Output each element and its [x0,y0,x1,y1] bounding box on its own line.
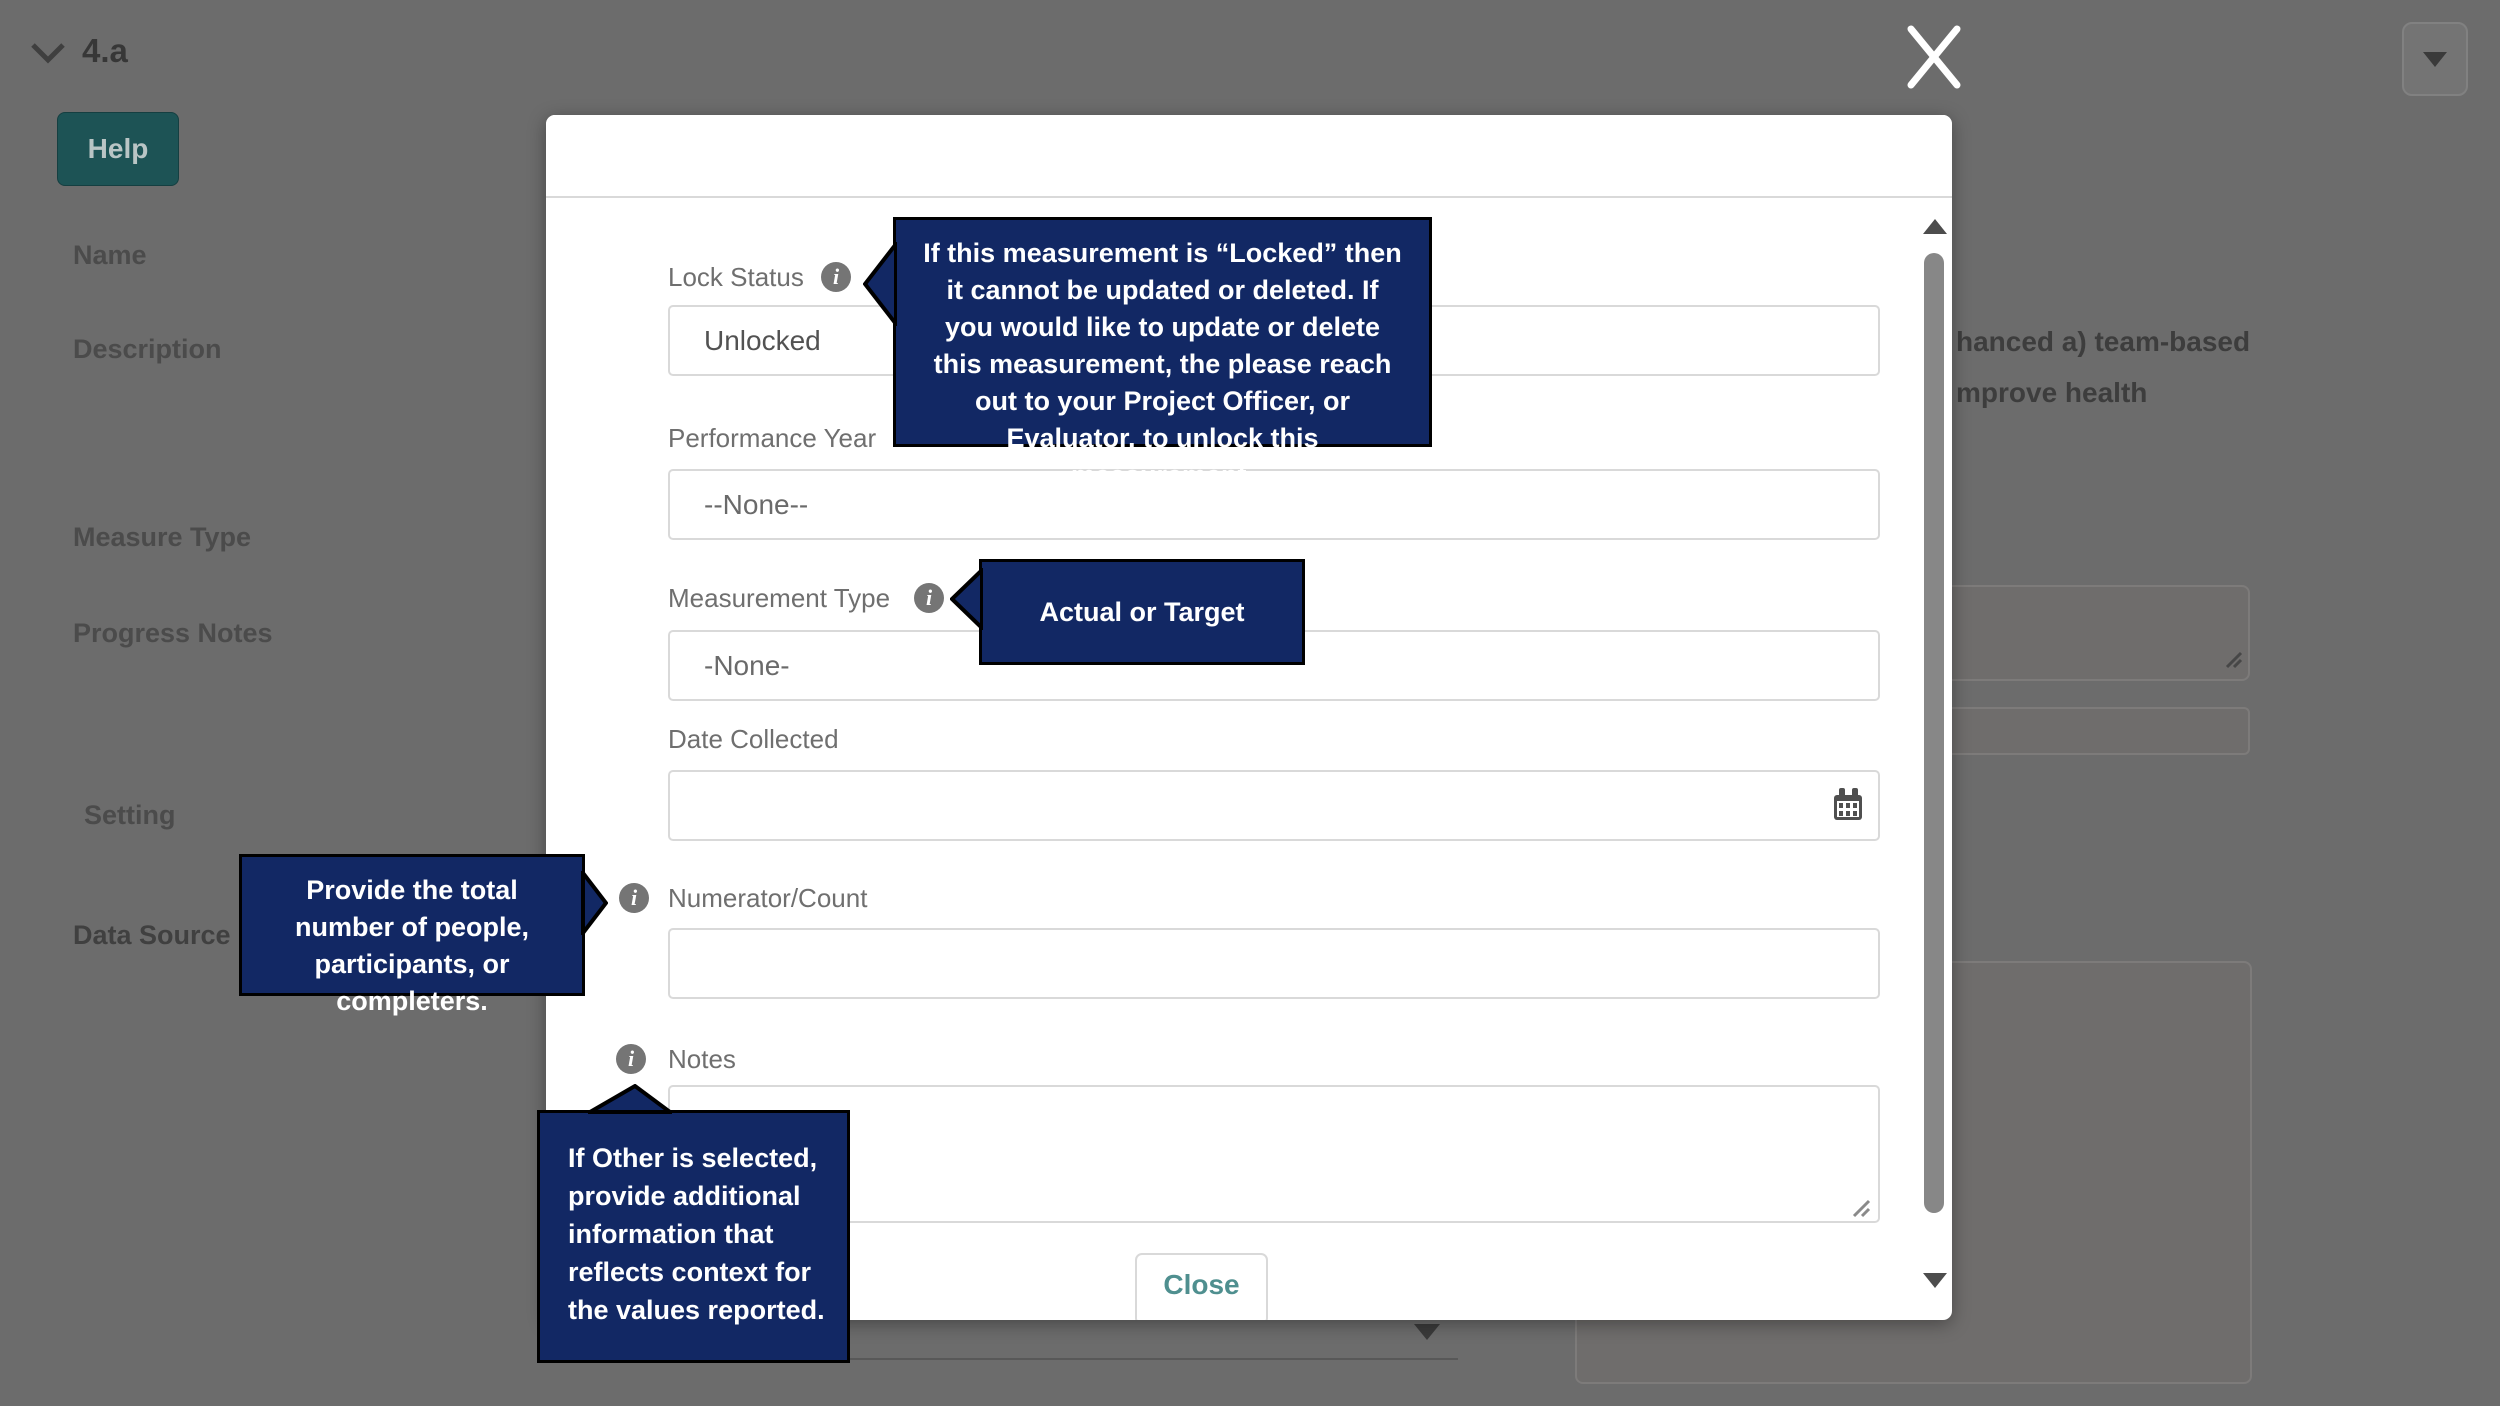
info-icon[interactable]: i [914,583,944,613]
performance-year-label: Performance Year [668,423,877,453]
tooltip-arrow-right-icon [581,867,609,945]
resize-handle-icon[interactable] [1850,1197,1872,1224]
numerator-count-tooltip: Provide the total number of people, part… [239,854,609,1016]
measurement-type-tooltip: Actual or Target [949,559,1305,665]
bg-obscured-text-1: hanced a) team-based [1956,326,2251,357]
calendar-icon [1832,787,1864,826]
bg-label-progress-notes: Progress Notes [73,618,273,648]
dropdown-arrow-button [2402,22,2468,96]
performance-year-input[interactable]: --None-- [668,469,1880,540]
bg-obscured-text-2: mprove health [1956,377,2148,408]
modal-close-button[interactable] [1903,22,1965,97]
measurement-type-label: Measurement Type [668,583,891,613]
notes-tooltip-text: If Other is selected, provide additional… [568,1143,825,1325]
scrollbar-thumb[interactable] [1924,253,1944,1213]
modal-header [546,115,1952,198]
scroll-down-arrow-icon[interactable] [1923,1273,1947,1288]
bg-picklist-bottom [850,1322,1458,1360]
lock-status-label: Lock Status [668,262,804,292]
bg-label-measure-type: Measure Type [73,522,252,552]
tooltip-arrow-up-icon [582,1083,677,1124]
tooltip-arrow-left-icon [862,238,898,336]
numerator-count-tooltip-text: Provide the total number of people, part… [294,875,529,1016]
tooltip-arrow-left-icon [949,565,984,671]
lock-status-tooltip: If this measurement is “Locked” then it … [862,217,1432,490]
bg-label-description: Description [73,334,222,364]
date-collected-input[interactable] [668,770,1880,841]
numerator-count-label: Numerator/Count [668,883,868,913]
bg-label-setting: Setting [84,800,176,830]
info-icon[interactable]: i [821,262,851,292]
notes-tooltip: If Other is selected, provide additional… [537,1083,850,1363]
section-heading: 4.a [82,32,128,69]
bg-label-data-source: Data Source [73,920,231,950]
measurement-type-tooltip-text: Actual or Target [1039,597,1245,627]
date-picker-button[interactable] [1832,787,1864,826]
numerator-count-input[interactable] [668,928,1880,999]
section-chevron-icon [30,42,66,69]
help-button: Help [57,112,179,186]
close-icon [1903,22,1965,97]
help-button-label: Help [87,133,149,164]
scroll-up-arrow-icon[interactable] [1923,219,1947,234]
picklist-caret-icon [1414,1324,1440,1340]
bg-label-name: Name [73,240,147,270]
close-button-label: Close [1163,1269,1240,1300]
caret-down-icon [2423,51,2447,67]
resize-handle-icon [2223,649,2243,674]
info-icon[interactable]: i [619,883,649,913]
modal-close-footer-button[interactable]: Close [1135,1253,1268,1320]
date-collected-label: Date Collected [668,724,839,754]
screen: 4.a Help Name Description Measure Type P… [0,0,2500,1406]
info-icon[interactable]: i [616,1044,646,1074]
notes-label: Notes [668,1044,736,1074]
